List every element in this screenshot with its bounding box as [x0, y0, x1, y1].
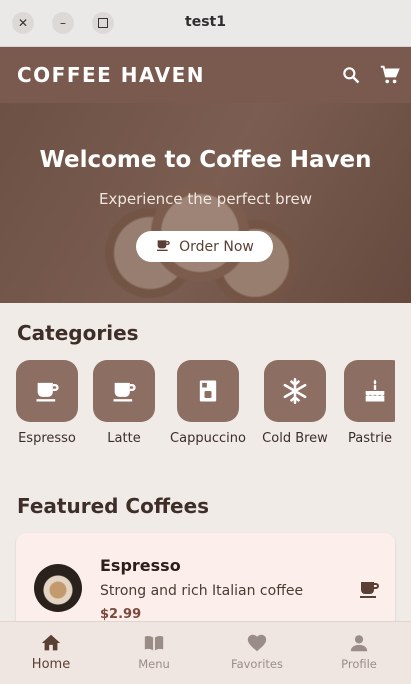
nav-favorites[interactable]: Favorites: [206, 622, 308, 684]
coffee-price: $2.99: [100, 607, 142, 622]
cart-icon[interactable]: [379, 64, 401, 90]
nav-profile[interactable]: Profile: [308, 622, 410, 684]
window-title: test1: [185, 14, 226, 30]
cake-icon: [344, 360, 395, 422]
category-label: Pastrie: [348, 431, 393, 446]
coffee-cup-icon: [93, 360, 155, 422]
menu-book-icon: [103, 632, 205, 654]
person-icon: [308, 632, 410, 654]
category-label: Cold Brew: [262, 431, 328, 446]
window-titlebar: ✕ – test1: [0, 0, 411, 47]
order-now-button[interactable]: Order Now: [136, 231, 273, 262]
category-cappuccino[interactable]: Cappuccino: [170, 360, 246, 446]
nav-home[interactable]: Home: [0, 622, 102, 684]
hero-title: Welcome to Coffee Haven: [39, 147, 372, 173]
featured-title: Featured Coffees: [17, 494, 210, 518]
category-pastries[interactable]: Pastrie: [344, 360, 395, 446]
bottom-navigation: Home Menu Favorites Profile: [0, 621, 411, 684]
nav-label: Profile: [341, 657, 377, 671]
order-now-label: Order Now: [179, 238, 254, 255]
snowflake-icon: [264, 360, 326, 422]
coffee-description: Strong and rich Italian coffee: [100, 583, 304, 599]
category-cold-brew[interactable]: Cold Brew: [261, 360, 329, 446]
hero-banner: Welcome to Coffee Haven Experience the p…: [0, 103, 411, 303]
app-title: COFFEE HAVEN: [17, 63, 206, 87]
app-bar: COFFEE HAVEN: [0, 47, 411, 103]
category-label: Cappuccino: [170, 431, 246, 446]
coffee-image: [34, 564, 82, 612]
nav-label: Menu: [138, 657, 170, 671]
category-label: Espresso: [18, 431, 76, 446]
category-pastries-clip: Pastrie: [344, 360, 395, 460]
home-icon: [0, 632, 102, 654]
coffee-cup-icon: [155, 237, 171, 257]
category-latte[interactable]: Latte: [93, 360, 155, 446]
heart-icon: [206, 632, 308, 654]
coffee-cup-icon: [16, 360, 78, 422]
category-espresso[interactable]: Espresso: [16, 360, 78, 446]
nav-label: Favorites: [231, 657, 283, 671]
nav-label: Home: [31, 657, 71, 672]
coffee-cup-icon[interactable]: [357, 577, 381, 605]
nav-menu[interactable]: Menu: [103, 622, 205, 684]
coffee-maker-icon: [177, 360, 239, 422]
search-icon[interactable]: [341, 65, 361, 89]
coffee-name: Espresso: [100, 556, 181, 575]
hero-subtitle: Experience the perfect brew: [99, 190, 312, 208]
category-label: Latte: [107, 431, 141, 446]
categories-title: Categories: [17, 321, 139, 345]
